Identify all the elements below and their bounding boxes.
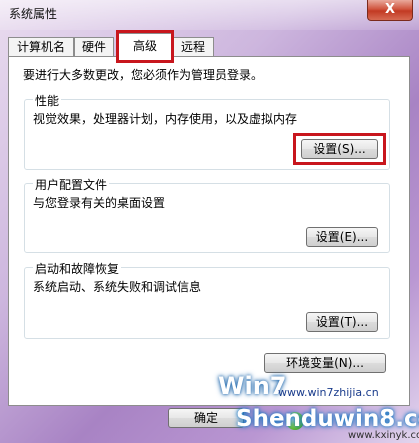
tab-hardware[interactable]: 硬件 — [74, 37, 114, 57]
watermark-site: www.win7zhijia.cn — [278, 386, 379, 399]
environment-variables-button[interactable]: 环境变量(N)... — [264, 353, 386, 373]
startup-recovery-desc: 系统启动、系统失败和调试信息 — [33, 280, 202, 294]
user-profile-settings-button[interactable]: 设置(E)... — [306, 227, 378, 247]
tab-remote[interactable]: 远程 — [172, 37, 214, 57]
user-profile-title: 用户配置文件 — [33, 176, 110, 193]
system-properties-window: 系统属性 X 计算机名 硬件 高级 远程 要进行大多数更改，您必须作为管理员登录… — [0, 0, 419, 443]
window-title: 系统属性 — [9, 7, 58, 21]
watermark-small-site: www.kxinyk.com — [348, 430, 419, 441]
user-profile-desc: 与您登录有关的桌面设置 — [33, 196, 166, 210]
tab-computer-name[interactable]: 计算机名 — [8, 37, 74, 57]
performance-button-highlight — [293, 133, 386, 165]
startup-recovery-settings-button[interactable]: 设置(T)... — [306, 312, 378, 332]
performance-title: 性能 — [33, 92, 62, 109]
performance-desc: 视觉效果，处理器计划，内存使用，以及虚拟内存 — [33, 112, 298, 126]
admin-notice: 要进行大多数更改，您必须作为管理员登录。 — [23, 68, 264, 82]
watermark-logo: Win7 — [218, 372, 287, 400]
watermark: Win7 www.win7zhijia.cn Shenduwin8.com ww… — [218, 372, 419, 442]
watermark-brand: Shenduwin8.com — [236, 406, 419, 432]
advanced-tab-highlight — [116, 30, 174, 63]
close-button[interactable]: X — [367, 0, 413, 21]
startup-recovery-title: 启动和故障恢复 — [33, 260, 122, 277]
